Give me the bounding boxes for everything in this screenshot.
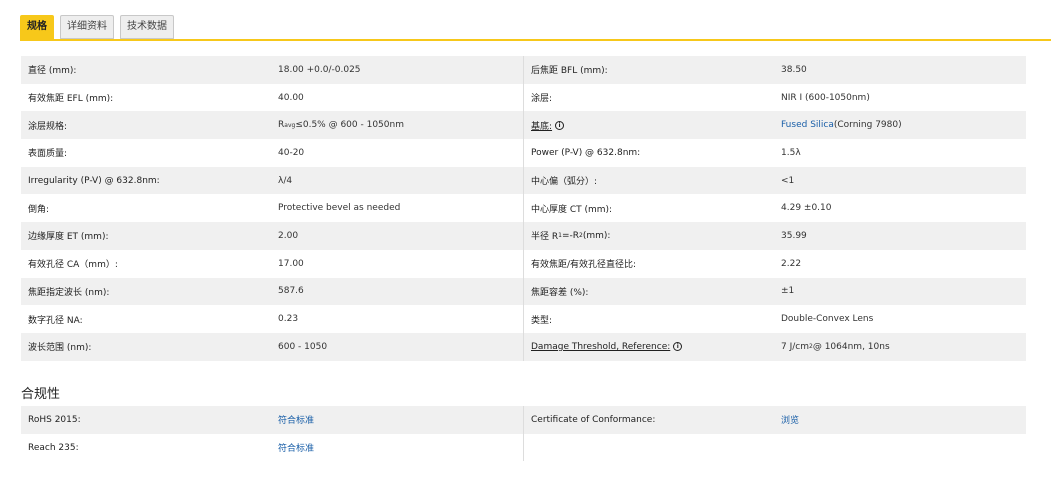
- subscript: avg: [284, 121, 296, 129]
- spec-value: 4.29 ±0.10: [781, 203, 832, 214]
- value-text: 7 J/cm: [781, 341, 809, 352]
- spec-value: 587.6: [271, 277, 524, 306]
- reach-link[interactable]: 符合标准: [271, 433, 524, 462]
- value-text: @ 1064nm, 10ns: [812, 341, 890, 352]
- spec-value: Ravg ≤0.5% @ 600 - 1050nm: [271, 111, 524, 140]
- tab-bar: 规格 详细资料 技术数据: [20, 15, 174, 41]
- value-text: ≤0.5% @ 600 - 1050nm: [295, 120, 404, 131]
- table-row: 直径 (mm): 18.00 +0.0/-0.025 后焦距 BFL (mm):…: [21, 56, 1026, 84]
- damage-threshold-link[interactable]: Damage Threshold, Reference:: [531, 342, 670, 352]
- table-row: 表面质量: 40-20 Power (P-V) @ 632.8nm: 1.5λ: [21, 139, 1026, 167]
- label-text: 半径 R: [531, 232, 559, 243]
- spec-value: 40.00: [271, 83, 524, 112]
- spec-value: 35.99: [781, 230, 807, 241]
- spec-value: NIR I (600-1050nm): [781, 92, 870, 103]
- spec-label: 表面质量:: [28, 149, 68, 160]
- spec-value: 0.23: [271, 305, 524, 333]
- fused-silica-link[interactable]: Fused Silica: [781, 120, 834, 130]
- spec-label: Power (P-V) @ 632.8nm:: [531, 147, 641, 158]
- table-row: 边缘厚度 ET (mm): 2.00 半径 R 1 =-R 2 (mm): 35.99: [21, 222, 1026, 250]
- spec-label[interactable]: 基底: i: [524, 111, 774, 139]
- tab-underline: [20, 39, 1051, 41]
- spec-value: λ/4: [271, 166, 524, 195]
- spec-label: 后焦距 BFL (mm):: [531, 66, 608, 77]
- table-row: 数字孔径 NA: 0.23 类型: Double-Convex Lens: [21, 305, 1026, 333]
- spec-label: 涂层规格:: [28, 121, 68, 132]
- info-icon[interactable]: i: [673, 342, 683, 352]
- spec-value: 18.00 +0.0/-0.025: [271, 56, 524, 84]
- compliance-label: RoHS 2015:: [28, 414, 81, 425]
- spec-label: 波长范围 (nm):: [28, 343, 92, 354]
- table-row: 涂层规格: Ravg ≤0.5% @ 600 - 1050nm 基底: i Fus…: [21, 111, 1026, 140]
- compliance-label: Reach 235:: [28, 442, 79, 453]
- spec-value: 2.22: [781, 258, 802, 269]
- spec-label: 中心偏（弧分）:: [531, 177, 598, 188]
- label-text: (mm):: [582, 230, 611, 241]
- info-icon[interactable]: i: [555, 120, 565, 130]
- spec-value: Protective bevel as needed: [271, 194, 524, 223]
- spec-value: Fused Silica (Corning 7980): [774, 111, 1026, 139]
- table-row: 倒角: Protective bevel as needed 中心厚度 CT (…: [21, 194, 1026, 223]
- table-row: 有效焦距 EFL (mm): 40.00 涂层: NIR I (600-1050…: [21, 83, 1026, 112]
- spec-value: 40-20: [271, 139, 524, 167]
- spec-label: 中心厚度 CT (mm):: [531, 204, 613, 215]
- compliance-label: Certificate of Conformance:: [531, 414, 656, 425]
- spec-label: 直径 (mm):: [28, 66, 77, 77]
- empty-cell: [774, 434, 1026, 462]
- spec-label: 涂层:: [531, 94, 553, 105]
- spec-label: Irregularity (P-V) @ 632.8nm:: [28, 175, 160, 186]
- tab-specs[interactable]: 规格: [20, 15, 54, 39]
- certificate-view-link[interactable]: 浏览: [774, 406, 1026, 434]
- spec-label: 有效孔径 CA（mm）:: [28, 260, 118, 271]
- spec-value: 17.00: [271, 249, 524, 278]
- table-row: 焦距指定波长 (nm): 587.6 焦距容差 (%): ±1: [21, 277, 1026, 306]
- spec-label: 倒角:: [28, 204, 50, 215]
- rohs-link[interactable]: 符合标准: [271, 406, 524, 434]
- table-row: 有效孔径 CA（mm）: 17.00 有效焦距/有效孔径直径比: 2.22: [21, 249, 1026, 278]
- table-row: Reach 235: 符合标准: [21, 433, 1026, 462]
- spec-value: 1.5λ: [781, 147, 801, 158]
- tab-technical-data[interactable]: 技术数据: [120, 15, 174, 39]
- table-row: RoHS 2015: 符合标准 Certificate of Conforman…: [21, 406, 1026, 434]
- spec-label: 数字孔径 NA:: [28, 315, 83, 326]
- spec-value: 7 J/cm 2 @ 1064nm, 10ns: [774, 333, 1026, 361]
- spec-table: 直径 (mm): 18.00 +0.0/-0.025 后焦距 BFL (mm):…: [21, 56, 1026, 361]
- compliance-title: 合规性: [21, 387, 61, 402]
- spec-value: 2.00: [271, 222, 524, 250]
- spec-label: 焦距指定波长 (nm):: [28, 287, 110, 298]
- value-text: (Corning 7980): [833, 120, 902, 131]
- spec-label: 有效焦距/有效孔径直径比:: [531, 260, 637, 271]
- label-text: =-R: [561, 230, 579, 241]
- spec-label: 类型:: [531, 315, 553, 326]
- empty-cell: [524, 434, 774, 462]
- compliance-table: RoHS 2015: 符合标准 Certificate of Conforman…: [21, 406, 1026, 462]
- spec-label: 半径 R 1 =-R 2 (mm):: [524, 222, 774, 250]
- spec-label: 边缘厚度 ET (mm):: [28, 232, 109, 243]
- spec-value: <1: [781, 175, 795, 186]
- spec-value: ±1: [781, 286, 795, 297]
- spec-label: 焦距容差 (%):: [531, 287, 589, 298]
- table-row: Irregularity (P-V) @ 632.8nm: λ/4 中心偏（弧分…: [21, 166, 1026, 195]
- tab-details[interactable]: 详细资料: [60, 15, 114, 39]
- spec-label: 有效焦距 EFL (mm):: [28, 94, 114, 105]
- spec-label[interactable]: Damage Threshold, Reference: i: [524, 333, 774, 361]
- substrate-label-link[interactable]: 基底:: [531, 119, 552, 132]
- spec-value: Double-Convex Lens: [781, 314, 874, 325]
- table-row: 波长范围 (nm): 600 - 1050 Damage Threshold, …: [21, 332, 1026, 361]
- spec-value: 38.50: [781, 64, 807, 75]
- spec-value: 600 - 1050: [271, 332, 524, 361]
